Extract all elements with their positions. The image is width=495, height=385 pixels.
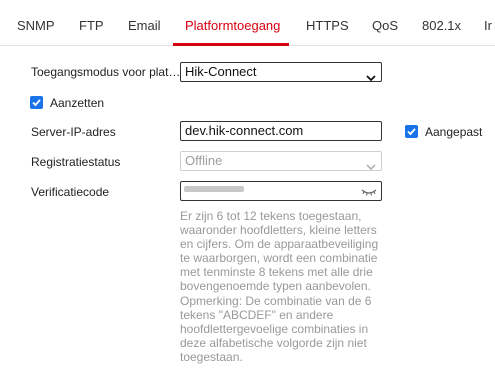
verification-code-label: Verificatiecode — [31, 185, 110, 199]
tab-snmp[interactable]: SNMP — [17, 18, 55, 33]
check-icon — [407, 128, 416, 136]
masked-password-value — [184, 186, 244, 192]
access-mode-value: Hik-Connect — [185, 64, 257, 79]
server-ip-input[interactable]: dev.hik-connect.com — [180, 121, 382, 141]
tab-more[interactable]: Ir — [484, 18, 492, 33]
tab-bar: SNMP FTP Email Platformtoegang HTTPS QoS… — [0, 0, 495, 46]
server-ip-value: dev.hik-connect.com — [185, 123, 304, 138]
access-mode-select[interactable]: Hik-Connect — [180, 62, 382, 82]
tab-https[interactable]: HTTPS — [306, 18, 349, 33]
registration-status-value: Offline — [185, 153, 223, 168]
access-mode-label: Toegangsmodus voor plat… — [31, 65, 181, 79]
chevron-down-icon — [366, 158, 376, 176]
custom-checkbox[interactable] — [405, 125, 418, 138]
enable-label: Aanzetten — [50, 96, 105, 110]
enable-checkbox[interactable] — [30, 96, 43, 109]
check-icon — [32, 99, 41, 107]
eye-closed-icon[interactable] — [361, 186, 377, 200]
tab-platformtoegang[interactable]: Platformtoegang — [185, 18, 280, 33]
tab-email[interactable]: Email — [128, 18, 161, 33]
active-tab-indicator — [173, 43, 289, 46]
registration-status-label: Registratiestatus — [31, 155, 121, 169]
tab-qos[interactable]: QoS — [372, 18, 398, 33]
server-ip-label: Server-IP-adres — [31, 125, 116, 139]
verification-code-hint: Er zijn 6 tot 12 tekens toegestaan, waar… — [180, 209, 379, 364]
custom-label: Aangepast — [425, 125, 483, 139]
tab-8021x[interactable]: 802.1x — [422, 18, 461, 33]
tab-ftp[interactable]: FTP — [79, 18, 104, 33]
registration-status-select: Offline — [180, 151, 382, 171]
chevron-down-icon — [366, 69, 376, 87]
